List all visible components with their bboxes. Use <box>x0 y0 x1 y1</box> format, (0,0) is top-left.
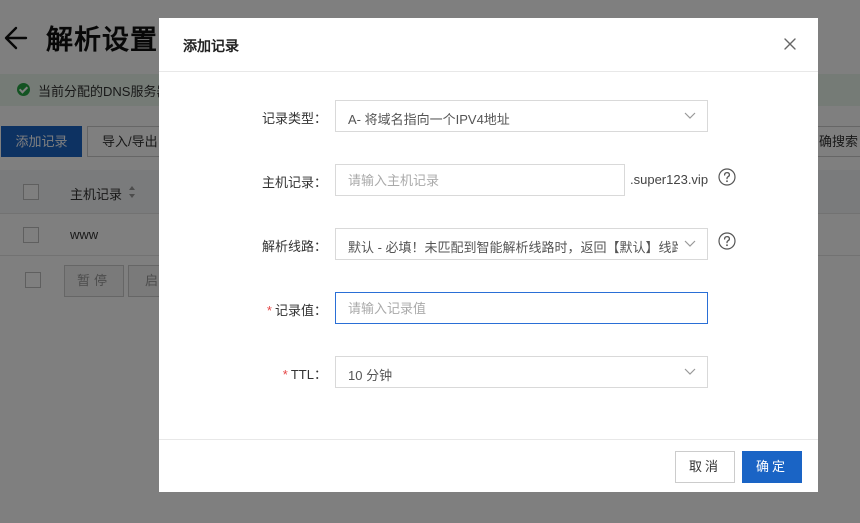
ttl-select[interactable]: 10 分钟 <box>335 356 708 388</box>
required-mark: * <box>266 303 272 318</box>
record-type-label: 记录类型： <box>261 111 327 126</box>
dialog-title: 添加记录 <box>183 38 239 54</box>
required-mark: * <box>282 367 288 382</box>
record-value-label: * 记录值： <box>266 303 327 318</box>
close-icon[interactable] <box>783 37 797 51</box>
record-value-input[interactable] <box>335 292 708 324</box>
help-icon[interactable] <box>718 232 736 250</box>
host-record-label: 主机记录： <box>261 175 327 190</box>
domain-suffix: .super123.vip <box>630 172 709 187</box>
ttl-label: * TTL： <box>282 367 327 382</box>
line-select[interactable]: 默认 - 必填！未匹配到智能解析线路时，返回【默认】线路... <box>335 228 708 260</box>
line-value: 默认 - 必填！未匹配到智能解析线路时，返回【默认】线路... <box>348 240 678 255</box>
cancel-button[interactable]: 取消 <box>675 451 735 483</box>
chevron-down-icon <box>684 112 696 119</box>
dialog-footer: 取消 确定 <box>159 439 818 492</box>
chevron-down-icon <box>684 240 696 247</box>
help-icon[interactable] <box>718 168 736 186</box>
add-record-dialog: 添加记录 记录类型： A- 将域名指向一个IPV4地址 主机记录： .super… <box>159 18 818 492</box>
ttl-value: 10 分钟 <box>348 368 393 383</box>
dialog-header: 添加记录 <box>159 18 818 72</box>
chevron-down-icon <box>684 368 696 375</box>
record-type-value: A- 将域名指向一个IPV4地址 <box>348 112 510 127</box>
line-label: 解析线路： <box>261 239 327 254</box>
record-type-select[interactable]: A- 将域名指向一个IPV4地址 <box>335 100 708 132</box>
confirm-button[interactable]: 确定 <box>742 451 802 483</box>
host-record-input[interactable] <box>335 164 625 196</box>
